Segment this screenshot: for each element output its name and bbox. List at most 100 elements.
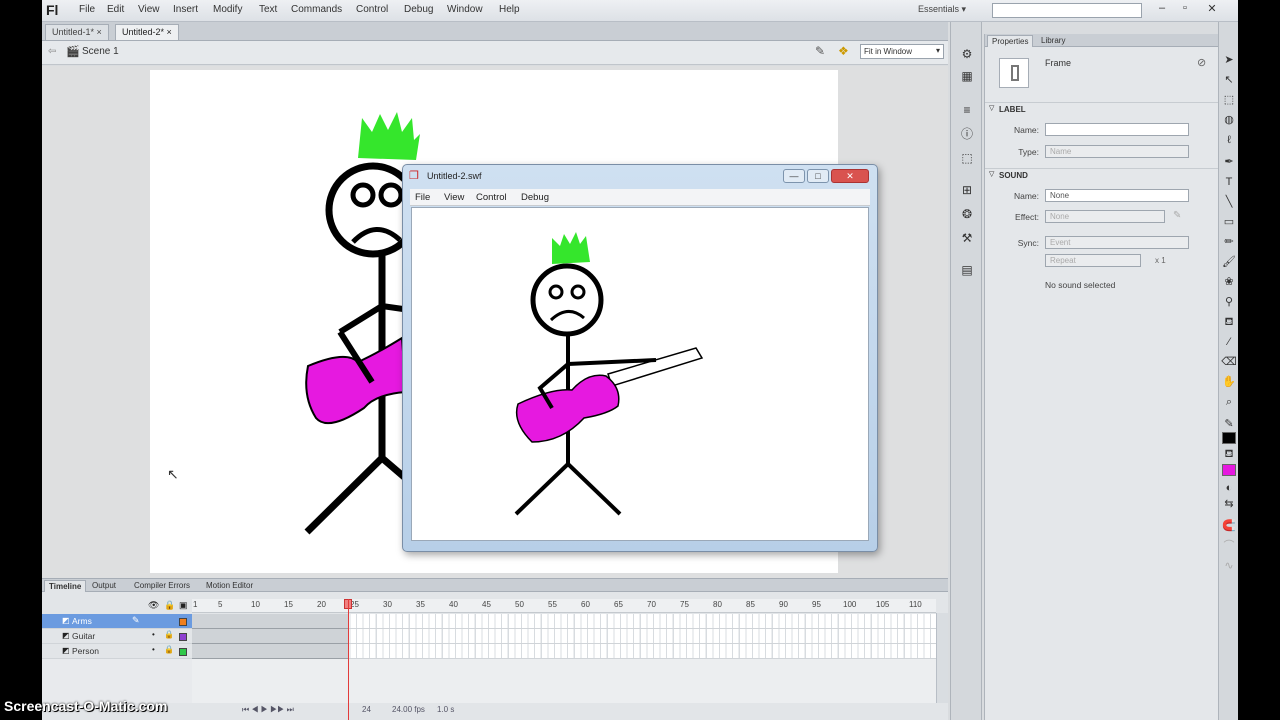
playhead-line[interactable]: [348, 599, 349, 720]
lock-icon[interactable]: 🔒: [164, 630, 174, 639]
sound-name-select[interactable]: None: [1045, 189, 1189, 202]
sound-section-header[interactable]: SOUND: [985, 168, 1229, 181]
visible-dot[interactable]: •: [152, 645, 155, 654]
3d-rotation-tool-icon[interactable]: ◍: [1220, 112, 1238, 129]
layer-color-swatch[interactable]: [179, 648, 187, 656]
swf-menu-control[interactable]: Control: [476, 192, 507, 203]
frame-name-input[interactable]: [1045, 123, 1189, 136]
tab-motion-editor[interactable]: Motion Editor: [202, 580, 257, 592]
straighten-icon[interactable]: ∿: [1220, 558, 1238, 575]
subselection-tool-icon[interactable]: ↖: [1220, 72, 1238, 89]
info-panel-icon[interactable]: ⓘ: [958, 126, 976, 142]
swf-menu-file[interactable]: File: [415, 192, 430, 203]
swf-minimize-button[interactable]: —: [783, 169, 805, 183]
eyedropper-tool-icon[interactable]: ⁄: [1220, 334, 1238, 351]
timeline-scrollbar[interactable]: [936, 613, 948, 703]
motion-presets-icon[interactable]: ❂: [958, 206, 976, 222]
eraser-tool-icon[interactable]: ⌫: [1220, 354, 1238, 371]
selection-tool-icon[interactable]: ➤: [1220, 52, 1238, 69]
tab-properties[interactable]: Properties: [987, 35, 1034, 47]
align-panel-icon[interactable]: ≡: [958, 102, 976, 118]
smooth-icon[interactable]: ⌒: [1220, 538, 1238, 555]
filled-frames-person[interactable]: [192, 644, 349, 659]
outline-icon[interactable]: ▣: [179, 600, 188, 611]
play-controls-icon[interactable]: ⏮ ◀ ▶ ▶▶ ⏭: [242, 705, 294, 715]
menu-insert[interactable]: Insert: [173, 4, 198, 15]
paint-bucket-tool-icon[interactable]: ⛾: [1220, 314, 1238, 331]
effect-select[interactable]: None: [1045, 210, 1165, 223]
minimize-icon[interactable]: –: [1152, 2, 1172, 16]
swf-maximize-button[interactable]: □: [807, 169, 829, 183]
sync-select[interactable]: Event: [1045, 236, 1189, 249]
menu-edit[interactable]: Edit: [107, 4, 124, 15]
menu-commands[interactable]: Commands: [291, 4, 342, 15]
label-type-select[interactable]: Name: [1045, 145, 1189, 158]
workspace-switcher[interactable]: Essentials ▾: [918, 4, 966, 15]
lock-icon[interactable]: 🔒: [164, 600, 175, 611]
menu-window[interactable]: Window: [447, 4, 483, 15]
swf-menu-view[interactable]: View: [444, 192, 464, 203]
menu-view[interactable]: View: [138, 4, 160, 15]
menu-text[interactable]: Text: [259, 4, 277, 15]
menu-file[interactable]: File: [79, 4, 95, 15]
repeat-select[interactable]: Repeat: [1045, 254, 1141, 267]
filled-frames-guitar[interactable]: [192, 629, 349, 644]
zoom-tool-icon[interactable]: ⌕: [1220, 394, 1238, 411]
close-icon[interactable]: ✕: [1202, 2, 1222, 16]
bone-tool-icon[interactable]: ⚲: [1220, 294, 1238, 311]
rectangle-tool-icon[interactable]: ▭: [1220, 214, 1238, 231]
tab-untitled-2[interactable]: Untitled-2* ×: [115, 24, 179, 40]
components-panel-icon[interactable]: ⊞: [958, 182, 976, 198]
pen-tool-icon[interactable]: ✒: [1220, 154, 1238, 171]
edit-scene-icon[interactable]: ✎: [815, 44, 825, 58]
filled-frames-arms[interactable]: [192, 614, 349, 629]
edit-symbols-icon[interactable]: ❖: [838, 44, 849, 58]
label-section-header[interactable]: LABEL: [985, 102, 1229, 115]
color-panel-icon[interactable]: ⚙: [958, 46, 976, 62]
tab-untitled-1[interactable]: Untitled-1* ×: [45, 24, 109, 40]
frame-rate[interactable]: 24.00 fps: [392, 705, 425, 714]
swf-menu-debug[interactable]: Debug: [521, 192, 549, 203]
menu-help[interactable]: Help: [499, 4, 520, 15]
tab-timeline[interactable]: Timeline: [44, 580, 87, 592]
tab-library[interactable]: Library: [1037, 35, 1069, 47]
menu-modify[interactable]: Modify: [213, 4, 242, 15]
deco-tool-icon[interactable]: ❀: [1220, 274, 1238, 291]
tab-output[interactable]: Output: [88, 580, 120, 592]
restore-icon[interactable]: ▫: [1175, 2, 1195, 16]
layer-color-swatch[interactable]: [179, 618, 187, 626]
text-tool-icon[interactable]: T: [1220, 174, 1238, 191]
frame-ruler[interactable]: 1 5 10 15 20 25 30 35 40 45 50 55 60 65 …: [192, 599, 936, 613]
line-tool-icon[interactable]: ╲: [1220, 194, 1238, 211]
history-panel-icon[interactable]: ▤: [958, 262, 976, 278]
lasso-tool-icon[interactable]: ℓ: [1220, 132, 1238, 149]
help-search-input[interactable]: [992, 3, 1142, 18]
transform-panel-icon[interactable]: ⬚: [958, 150, 976, 166]
back-arrow-icon[interactable]: ⇦: [48, 46, 56, 57]
repeat-count[interactable]: x 1: [1155, 256, 1166, 265]
swf-close-button[interactable]: ✕: [831, 169, 869, 183]
free-transform-tool-icon[interactable]: ⬚: [1220, 92, 1238, 109]
snap-to-objects-icon[interactable]: 🧲: [1220, 518, 1238, 535]
tab-compiler-errors[interactable]: Compiler Errors: [130, 580, 194, 592]
visible-dot[interactable]: •: [152, 630, 155, 639]
stroke-color-swatch[interactable]: [1222, 432, 1236, 444]
menu-debug[interactable]: Debug: [404, 4, 433, 15]
lock-icon[interactable]: 🔒: [164, 645, 174, 654]
edit-envelope-icon[interactable]: ✎: [1173, 210, 1181, 221]
swf-preview-window[interactable]: ❐ Untitled-2.swf — □ ✕ File View Control…: [402, 164, 878, 552]
black-white-icon[interactable]: ◐: [1220, 480, 1238, 497]
swatches-panel-icon[interactable]: ▦: [958, 68, 976, 84]
layer-color-swatch[interactable]: [179, 633, 187, 641]
fill-color-swatch[interactable]: [1222, 464, 1236, 476]
pencil-tool-icon[interactable]: ✏: [1220, 234, 1238, 251]
zoom-select[interactable]: Fit in Window ▾: [860, 44, 944, 59]
code-snippets-icon[interactable]: ⚒: [958, 230, 976, 246]
brush-tool-icon[interactable]: 🖌: [1220, 254, 1238, 271]
hand-tool-icon[interactable]: ✋: [1220, 374, 1238, 391]
show-hide-icon[interactable]: 👁: [148, 600, 159, 611]
menu-control[interactable]: Control: [356, 4, 388, 15]
help-icon[interactable]: ⊘: [1197, 56, 1206, 69]
swap-colors-icon[interactable]: ⇆: [1220, 496, 1238, 513]
current-frame[interactable]: 24: [362, 705, 371, 714]
